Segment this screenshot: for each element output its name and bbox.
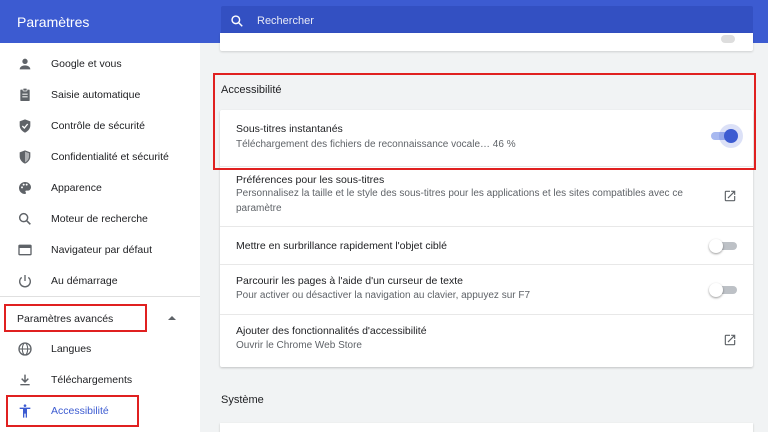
row-subtitle: Pour activer ou désactiver la navigation… <box>236 290 531 301</box>
focus-highlight-toggle[interactable] <box>709 239 737 253</box>
advanced-settings-label: Paramètres avancés <box>17 313 114 325</box>
sidebar-item-google[interactable]: Google et vous <box>0 49 200 79</box>
sidebar: Google et vous Saisie automatique Contrô… <box>0 43 200 432</box>
row-title: Ajouter des fonctionnalités d'accessibil… <box>236 325 427 337</box>
sidebar-item-search-engine[interactable]: Moteur de recherche <box>0 204 200 234</box>
external-link-icon[interactable] <box>723 333 737 347</box>
caret-browsing-toggle[interactable] <box>709 283 737 297</box>
sidebar-item-label: Au démarrage <box>51 275 118 287</box>
sidebar-item-label: Langues <box>51 343 92 355</box>
previous-toggle[interactable] <box>721 35 735 43</box>
sidebar-item-label: Google et vous <box>51 58 122 70</box>
sidebar-item-default-browser[interactable]: Navigateur par défaut <box>0 235 200 265</box>
system-section-title: Système <box>221 394 264 406</box>
row-title: Mettre en surbrillance rapidement l'obje… <box>236 240 447 252</box>
download-icon <box>20 374 30 386</box>
clipboard-icon <box>20 88 30 101</box>
accessibility-highlight-box <box>6 395 139 427</box>
shield-icon <box>19 150 31 164</box>
row-title: Parcourir les pages à l'aide d'un curseu… <box>236 275 463 287</box>
accessibility-highlight-box <box>213 73 756 170</box>
browser-icon <box>18 244 32 256</box>
row-subtitle: Personnalisez la taille et le style des … <box>236 188 683 214</box>
row-focus-highlight[interactable]: Mettre en surbrillance rapidement l'obje… <box>220 226 753 264</box>
sidebar-item-label: Apparence <box>51 182 102 194</box>
globe-icon <box>18 342 32 356</box>
app-title: Paramètres <box>17 14 90 30</box>
row-subtitle: Ouvrir le Chrome Web Store <box>236 340 362 351</box>
palette-icon <box>18 182 31 194</box>
advanced-settings-toggle[interactable]: Paramètres avancés <box>4 304 147 332</box>
shield-check-icon <box>19 119 31 133</box>
sidebar-item-label: Téléchargements <box>51 374 133 386</box>
row-caption-preferences[interactable]: Préférences pour les sous-titres Personn… <box>220 166 753 226</box>
sidebar-divider <box>0 296 200 297</box>
previous-card-edge <box>220 33 753 51</box>
sidebar-item-label: Navigateur par défaut <box>51 244 152 256</box>
row-add-accessibility-features[interactable]: Ajouter des fonctionnalités d'accessibil… <box>220 314 753 367</box>
row-caret-browsing[interactable]: Parcourir les pages à l'aide d'un curseu… <box>220 264 753 314</box>
sidebar-item-privacy[interactable]: Confidentialité et sécurité <box>0 142 200 172</box>
sidebar-item-startup[interactable]: Au démarrage <box>0 266 200 296</box>
sidebar-item-label: Contrôle de sécurité <box>51 120 145 132</box>
search-placeholder: Rechercher <box>257 15 314 27</box>
power-icon <box>19 275 31 288</box>
sidebar-item-downloads[interactable]: Téléchargements <box>0 365 200 395</box>
search-icon <box>18 212 31 225</box>
sidebar-item-label: Confidentialité et sécurité <box>51 151 169 163</box>
sidebar-item-safety-check[interactable]: Contrôle de sécurité <box>0 111 200 141</box>
sidebar-item-appearance[interactable]: Apparence <box>0 173 200 203</box>
external-link-icon[interactable] <box>723 189 737 203</box>
system-card <box>220 423 753 432</box>
caret-up-icon[interactable] <box>167 314 177 322</box>
search-icon <box>231 15 243 27</box>
person-icon <box>19 58 31 70</box>
sidebar-item-label: Saisie automatique <box>51 89 141 101</box>
sidebar-item-autofill[interactable]: Saisie automatique <box>0 80 200 110</box>
row-title: Préférences pour les sous-titres <box>236 174 385 186</box>
main-content: Accessibilité Sous-titres instantanés Té… <box>200 33 768 432</box>
sidebar-item-languages[interactable]: Langues <box>0 334 200 364</box>
sidebar-item-label: Moteur de recherche <box>51 213 148 225</box>
